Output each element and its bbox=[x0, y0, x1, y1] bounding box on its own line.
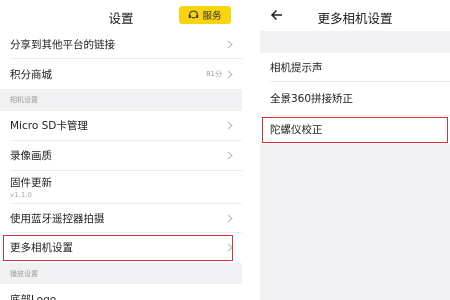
service-button[interactable]: 服务 bbox=[179, 6, 231, 24]
section-header-playback: 播放设置 bbox=[0, 263, 242, 284]
spacer bbox=[260, 31, 450, 53]
section-header-camera: 相机设置 bbox=[0, 89, 242, 111]
list-item-label: 分享到其他平台的链接 bbox=[10, 39, 115, 51]
points-value: 81分 bbox=[206, 70, 222, 78]
section-label: 相机设置 bbox=[10, 96, 38, 104]
list-item-bluetooth-remote[interactable]: 使用蓝牙遥控器拍摄 bbox=[0, 204, 242, 232]
highlight-box bbox=[3, 235, 233, 261]
highlight-box bbox=[262, 117, 448, 143]
list-item-bottom-logo[interactable]: 底部Logo bbox=[0, 284, 242, 300]
settings-screen: 设置 服务 分享到其他平台的链接 积分商城 81分 相机设置 Micro SD卡… bbox=[0, 0, 242, 300]
more-camera-settings-screen: 更多相机设置 相机提示声 全景360拼接矫正 陀螺仪校正 bbox=[260, 0, 450, 300]
list-item-label: 使用蓝牙遥控器拍摄 bbox=[10, 212, 105, 225]
list-item-points-mall[interactable]: 积分商城 81分 bbox=[0, 59, 242, 89]
list-item-label: 底部Logo bbox=[10, 294, 57, 300]
chevron-right-icon bbox=[227, 40, 233, 49]
page-title: 更多相机设置 bbox=[317, 11, 393, 26]
more-settings-header: 更多相机设置 bbox=[260, 0, 450, 31]
list-item-sd-card[interactable]: Micro SD卡管理 bbox=[0, 111, 242, 140]
settings-header: 设置 服务 bbox=[0, 0, 242, 31]
headset-icon bbox=[189, 10, 199, 19]
chevron-right-icon bbox=[227, 70, 233, 78]
list-item-camera-sound[interactable]: 相机提示声 bbox=[260, 53, 450, 81]
list-item-label: 录像画质 bbox=[10, 150, 52, 162]
list-item-share-link[interactable]: 分享到其他平台的链接 bbox=[0, 31, 242, 58]
list-item-label: Micro SD卡管理 bbox=[10, 120, 88, 132]
empty-area bbox=[260, 144, 450, 300]
section-label: 播放设置 bbox=[10, 269, 38, 278]
firmware-version: v1.1.0 bbox=[10, 191, 32, 199]
list-item-label: 相机提示声 bbox=[270, 61, 323, 74]
list-item-label: 全景360拼接矫正 bbox=[270, 93, 354, 105]
list-item-panorama-correction[interactable]: 全景360拼接矫正 bbox=[260, 82, 450, 115]
chevron-right-icon bbox=[227, 214, 233, 222]
list-item-firmware-update[interactable]: 固件更新 v1.1.0 bbox=[0, 171, 242, 203]
chevron-right-icon bbox=[227, 121, 233, 130]
list-item-label: 固件更新 bbox=[10, 177, 52, 189]
chevron-right-icon bbox=[227, 151, 233, 160]
panel-gap bbox=[242, 0, 260, 300]
service-button-label: 服务 bbox=[202, 11, 222, 22]
list-item-label: 积分商城 bbox=[10, 68, 52, 81]
list-item-video-quality[interactable]: 录像画质 bbox=[0, 141, 242, 170]
